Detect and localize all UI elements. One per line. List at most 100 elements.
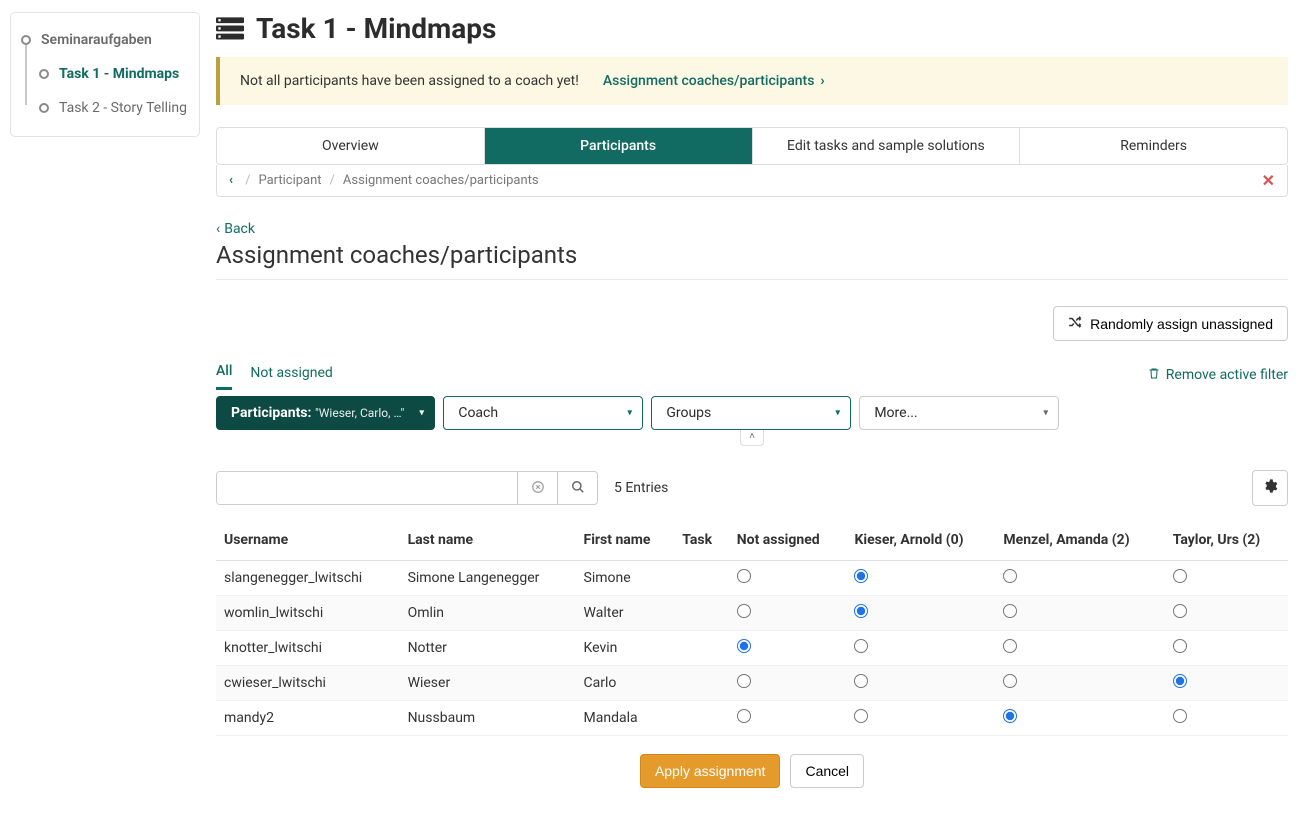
filter-chip-groups[interactable]: Groups ▾ xyxy=(651,396,851,430)
assign-radio[interactable] xyxy=(854,709,868,723)
assign-radio[interactable] xyxy=(854,639,868,653)
search-button[interactable] xyxy=(557,472,597,504)
cell-coach-0 xyxy=(846,666,995,701)
assign-radio[interactable] xyxy=(737,569,751,583)
cell-coach-2 xyxy=(1165,561,1288,596)
cell-lastname: Omlin xyxy=(400,596,576,631)
warning-link-label: Assignment coaches/participants xyxy=(603,73,815,89)
filter-chip-row: Participants: "Wieser, Carlo, …" ▾ Coach… xyxy=(216,396,1288,430)
cancel-button[interactable]: Cancel xyxy=(790,754,864,788)
section-title: Assignment coaches/participants xyxy=(216,241,1288,280)
assign-radio[interactable] xyxy=(854,604,868,618)
tab-label: Reminders xyxy=(1120,138,1187,154)
assign-radio[interactable] xyxy=(1003,569,1017,583)
assign-radio[interactable] xyxy=(737,604,751,618)
cell-not-assigned xyxy=(729,561,847,596)
breadcrumb-item[interactable]: Assignment coaches/participants xyxy=(343,173,539,188)
breadcrumb-separator: / xyxy=(245,173,250,188)
tree-node-icon xyxy=(39,103,49,113)
cell-task xyxy=(674,701,729,736)
assign-radio[interactable] xyxy=(737,709,751,723)
cell-not-assigned xyxy=(729,666,847,701)
page-title-text: Task 1 - Mindmaps xyxy=(256,12,496,45)
cell-coach-2 xyxy=(1165,666,1288,701)
filter-tabs: All Not assigned Remove active filter xyxy=(216,359,1288,390)
assign-radio[interactable] xyxy=(1173,604,1187,618)
sidebar-item-label: Task 2 - Story Telling xyxy=(59,99,187,117)
main-content: Task 1 - Mindmaps Not all participants h… xyxy=(216,12,1294,806)
page-title: Task 1 - Mindmaps xyxy=(216,12,1288,45)
collapse-filters-button[interactable]: ˄ xyxy=(740,430,764,446)
breadcrumb: ‹ / Participant / Assignment coaches/par… xyxy=(216,165,1288,197)
search-input[interactable] xyxy=(217,472,517,504)
tab-reminders[interactable]: Reminders xyxy=(1020,128,1287,164)
filter-tab-all[interactable]: All xyxy=(216,359,232,390)
sidebar-item-task2[interactable]: Task 2 - Story Telling xyxy=(19,91,191,125)
filter-tab-not-assigned[interactable]: Not assigned xyxy=(250,361,332,389)
cell-firstname: Walter xyxy=(576,596,675,631)
assign-radio[interactable] xyxy=(1173,674,1187,688)
col-lastname[interactable]: Last name xyxy=(400,520,576,561)
tab-edit-tasks[interactable]: Edit tasks and sample solutions xyxy=(753,128,1021,164)
remove-filter-label: Remove active filter xyxy=(1166,367,1288,383)
assign-radio[interactable] xyxy=(1003,674,1017,688)
clear-search-button[interactable] xyxy=(517,472,557,504)
cell-coach-2 xyxy=(1165,701,1288,736)
cell-username: womlin_lwitschi xyxy=(216,596,400,631)
sidebar-item-task1[interactable]: Task 1 - Mindmaps xyxy=(19,57,191,91)
col-coach-2[interactable]: Taylor, Urs (2) xyxy=(1165,520,1288,561)
col-not-assigned[interactable]: Not assigned xyxy=(729,520,847,561)
cell-not-assigned xyxy=(729,701,847,736)
tab-label: Participants xyxy=(580,138,656,154)
tab-overview[interactable]: Overview xyxy=(217,128,485,164)
assign-radio[interactable] xyxy=(854,569,868,583)
filter-chip-more[interactable]: More... ▾ xyxy=(859,396,1059,430)
remove-filter-link[interactable]: Remove active filter xyxy=(1148,366,1288,384)
col-task[interactable]: Task xyxy=(674,520,729,561)
tab-participants[interactable]: Participants xyxy=(485,128,753,164)
table-row: knotter_lwitschiNotterKevin xyxy=(216,631,1288,666)
table-row: cwieser_lwitschiWieserCarlo xyxy=(216,666,1288,701)
assign-radio[interactable] xyxy=(1173,569,1187,583)
table-settings-button[interactable] xyxy=(1252,470,1288,506)
cell-username: slangenegger_lwitschi xyxy=(216,561,400,596)
cell-firstname: Kevin xyxy=(576,631,675,666)
cell-username: mandy2 xyxy=(216,701,400,736)
cell-coach-0 xyxy=(846,561,995,596)
tree-node-icon xyxy=(39,69,49,79)
breadcrumb-back-icon[interactable]: ‹ xyxy=(229,173,237,188)
tasks-icon xyxy=(216,17,244,41)
col-firstname[interactable]: First name xyxy=(576,520,675,561)
assign-radio[interactable] xyxy=(1173,709,1187,723)
filter-chip-coach[interactable]: Coach ▾ xyxy=(443,396,643,430)
apply-assignment-button[interactable]: Apply assignment xyxy=(640,754,781,788)
caret-down-icon: ▾ xyxy=(419,408,424,419)
assign-radio[interactable] xyxy=(1003,604,1017,618)
breadcrumb-separator: / xyxy=(330,173,335,188)
assign-radio[interactable] xyxy=(1003,709,1017,723)
clear-icon xyxy=(531,480,545,497)
assign-radio[interactable] xyxy=(737,674,751,688)
col-coach-1[interactable]: Menzel, Amanda (2) xyxy=(995,520,1164,561)
warning-link[interactable]: Assignment coaches/participants › xyxy=(603,73,825,89)
col-coach-0[interactable]: Kieser, Arnold (0) xyxy=(846,520,995,561)
col-username[interactable]: Username xyxy=(216,520,400,561)
breadcrumb-item[interactable]: Participant xyxy=(258,173,321,188)
cell-coach-1 xyxy=(995,631,1164,666)
cell-lastname: Simone Langenegger xyxy=(400,561,576,596)
randomly-assign-button[interactable]: Randomly assign unassigned xyxy=(1053,306,1288,341)
assign-radio[interactable] xyxy=(1003,639,1017,653)
assign-radio[interactable] xyxy=(737,639,751,653)
cell-username: knotter_lwitschi xyxy=(216,631,400,666)
sidebar-item-root[interactable]: Seminaraufgaben xyxy=(19,23,191,57)
cell-firstname: Simone xyxy=(576,561,675,596)
cell-coach-0 xyxy=(846,701,995,736)
back-link[interactable]: ‹ Back xyxy=(216,221,255,237)
assign-radio[interactable] xyxy=(854,674,868,688)
filter-chip-participants[interactable]: Participants: "Wieser, Carlo, …" ▾ xyxy=(216,396,435,430)
chip-label-value: "Wieser, Carlo, …" xyxy=(315,406,404,420)
tab-label: Overview xyxy=(322,138,379,154)
assign-radio[interactable] xyxy=(1173,639,1187,653)
chip-label-prefix: Participants: xyxy=(231,405,311,421)
close-icon[interactable]: ✕ xyxy=(1262,171,1275,190)
